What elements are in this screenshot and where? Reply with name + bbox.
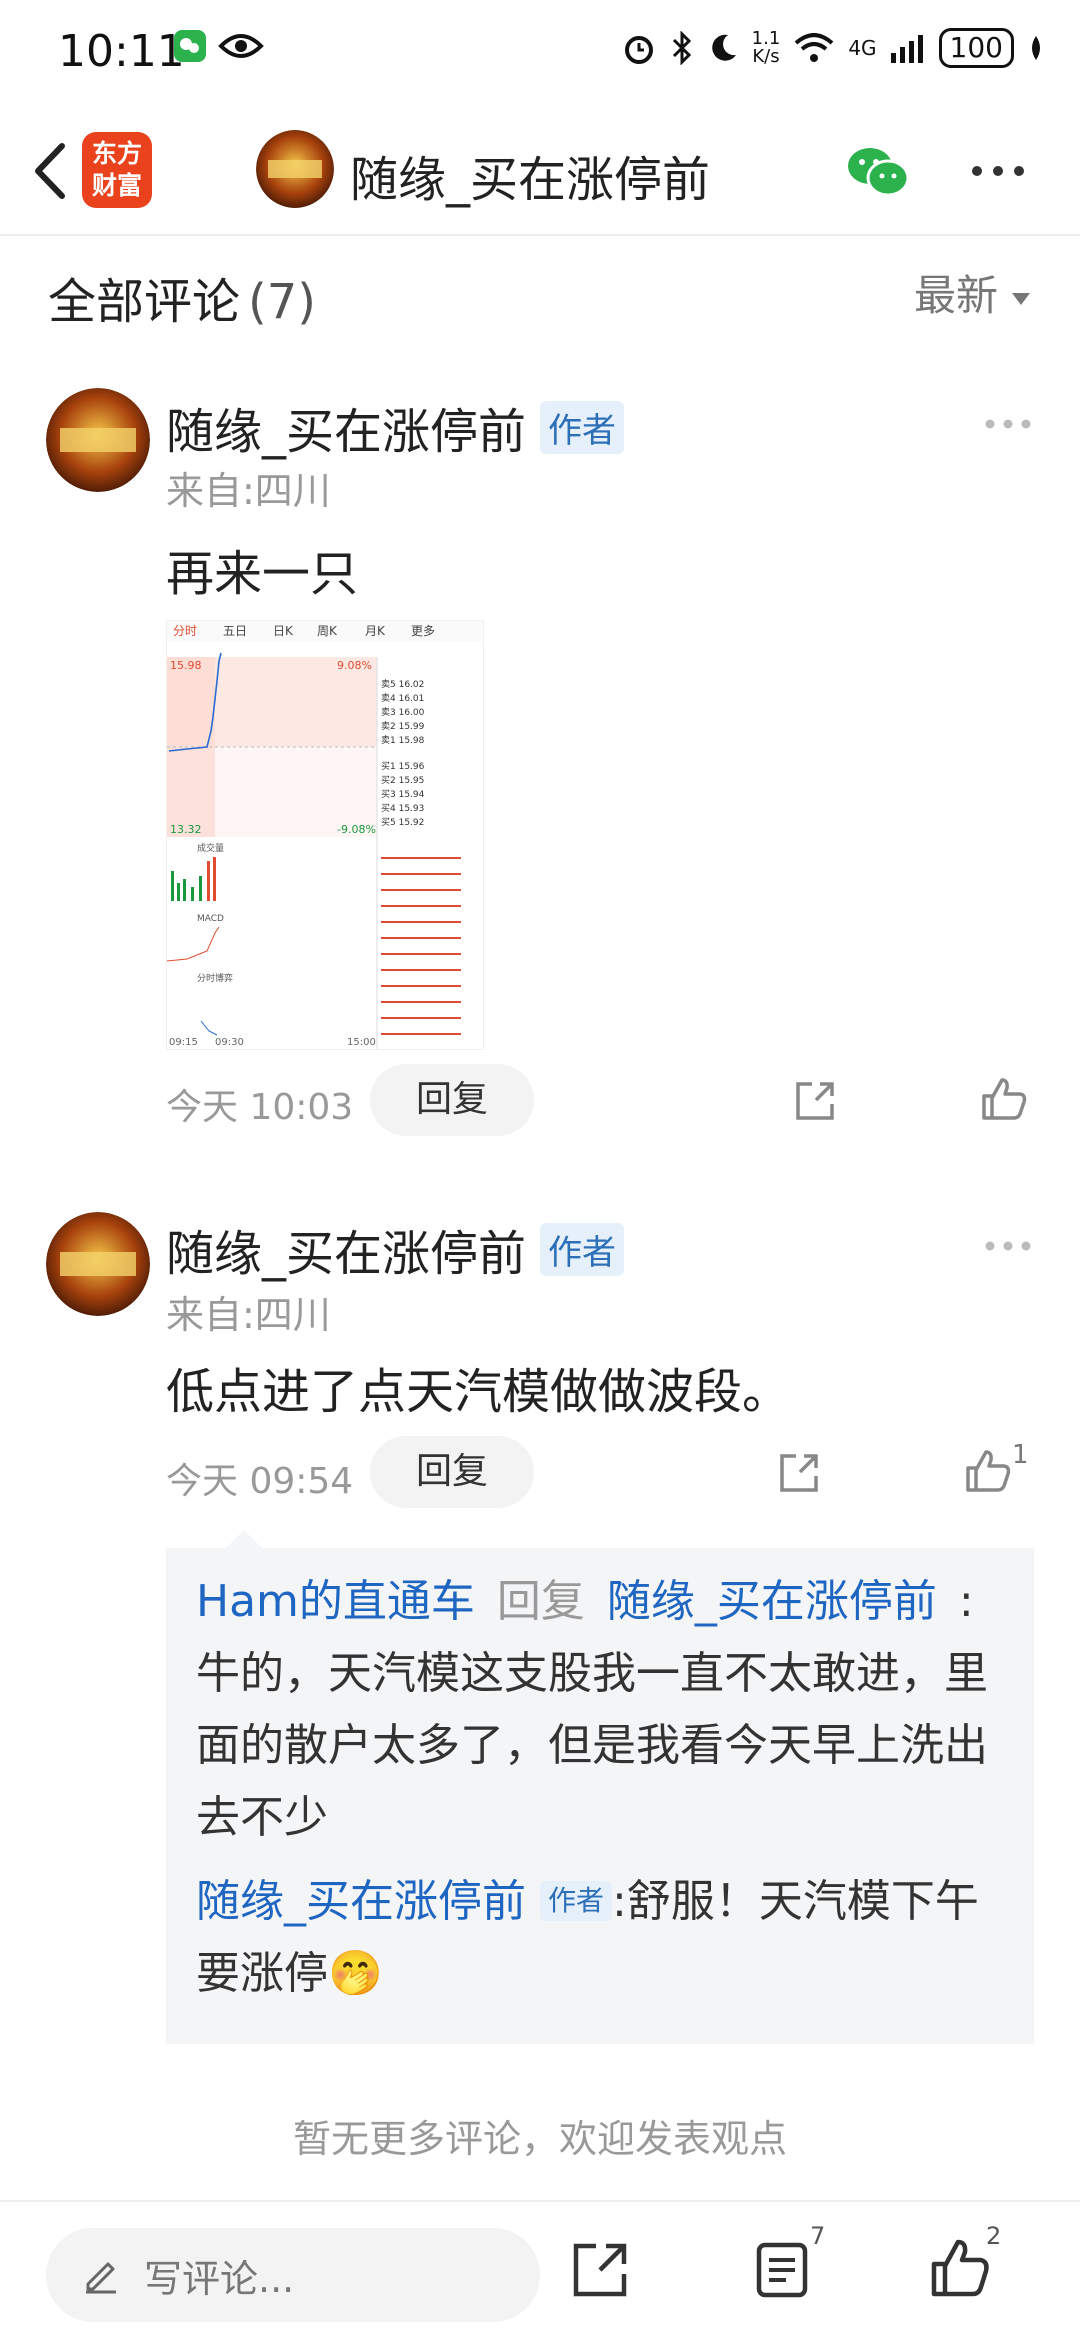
stock-chart-image[interactable]: 分时 五日 日K 周K 月K 更多 15.98 9.08% 13.32 -9.0…	[166, 620, 484, 1050]
reply-target-user[interactable]: 随缘_买在涨停前	[607, 1576, 937, 1627]
comment-content: 再来一只	[166, 546, 359, 602]
ask-level-3: 卖3 16.00	[381, 707, 425, 718]
status-time: 10:11	[58, 26, 185, 77]
thumbs-up-icon[interactable]	[964, 1448, 1012, 1494]
chart-price-high: 15.98	[170, 659, 202, 672]
reply-button[interactable]: 回复	[370, 1436, 534, 1508]
back-arrow-icon[interactable]	[24, 136, 84, 206]
moon-icon	[711, 34, 736, 61]
chart-panel-macd: MACD	[197, 914, 224, 924]
ask-level-1: 卖1 15.98	[381, 735, 425, 746]
bid-level-1: 买1 15.96	[381, 761, 425, 772]
reply-item[interactable]: Ham的直通车 回复 随缘_买在涨停前 : 牛的，天汽模这支股我一直不太敢进，里面…	[196, 1566, 1016, 1854]
eye-icon	[218, 34, 264, 58]
thumbs-up-icon[interactable]	[980, 1076, 1028, 1122]
chart-pct-low: -9.08%	[337, 823, 376, 836]
comment-more-icon[interactable]	[984, 1240, 1032, 1252]
bluetooth-icon	[672, 31, 691, 65]
chart-panel-volume: 成交量	[197, 842, 224, 854]
comment-time: 今天 10:03	[166, 1087, 354, 1128]
no-more-comments-note: 暂无更多评论，欢迎发表观点	[292, 2117, 787, 2161]
ask-level-4: 卖4 16.01	[381, 693, 424, 704]
chart-time-mid: 09:30	[215, 1037, 244, 1048]
ask-level-2: 卖2 15.99	[381, 721, 425, 732]
wifi-icon	[794, 33, 834, 62]
thumbs-up-icon[interactable]	[930, 2238, 990, 2298]
intraday-chart-thumbnail: 分时 五日 日K 周K 月K 更多 15.98 9.08% 13.32 -9.0…	[167, 621, 483, 1049]
comments-count-badge: 7	[810, 2222, 826, 2250]
chart-tab-more: 更多	[411, 624, 435, 638]
author-avatar[interactable]	[256, 130, 334, 208]
chart-pct-high: 9.08%	[337, 659, 372, 672]
reply-text: 牛的，天汽模这支股我一直不太敢进，里面的散户太多了，但是我看今天早上洗出去不少	[196, 1648, 988, 1843]
page-title: 随缘_买在涨停前	[350, 152, 711, 208]
eastmoney-logo[interactable]: 东方 财富	[82, 132, 152, 208]
chart-tab-fenshi: 分时	[173, 624, 197, 638]
comment-content: 低点进了点天汽模做做波段。	[166, 1364, 791, 1420]
reply-colon: :	[958, 1576, 974, 1627]
comment-author[interactable]: 随缘_买在涨停前 作者	[166, 392, 625, 462]
author-tag: 作者	[540, 401, 625, 454]
network-type: 4G	[848, 36, 877, 60]
reply-user[interactable]: Ham的直通车	[196, 1576, 475, 1627]
wechat-share-icon[interactable]	[846, 146, 910, 198]
wechat-notification-icon	[174, 30, 206, 62]
chart-time-start: 09:15	[169, 1037, 198, 1048]
chart-price-low: 13.32	[170, 823, 202, 836]
more-options-icon[interactable]	[970, 164, 1026, 178]
write-comment-input[interactable]: 写评论...	[46, 2228, 540, 2322]
reply-verb: 回复	[496, 1576, 585, 1627]
share-icon[interactable]	[778, 1452, 820, 1494]
sort-dropdown[interactable]: 最新	[914, 262, 1030, 323]
chart-tab-weekly: 周K	[317, 624, 338, 638]
ask-level-5: 卖5 16.02	[381, 679, 424, 690]
reply-button[interactable]: 回复	[370, 1064, 534, 1136]
battery-indicator: 100	[938, 28, 1014, 68]
like-count: 1	[1012, 1440, 1029, 1470]
bid-level-2: 买2 15.95	[381, 775, 424, 786]
share-icon[interactable]	[794, 1080, 836, 1122]
chart-time-end: 15:00	[347, 1037, 376, 1048]
comment-location: 来自:四川	[166, 469, 331, 513]
bottom-action-bar: 写评论... 7 2	[0, 2200, 1080, 2340]
commenter-avatar[interactable]	[46, 388, 150, 492]
replies-box: Ham的直通车 回复 随缘_买在涨停前 : 牛的，天汽模这支股我一直不太敢进，里面…	[166, 1548, 1034, 2044]
likes-count-badge: 2	[986, 2222, 1002, 2250]
status-left-icons	[174, 30, 264, 62]
title-bar: 东方 财富 随缘_买在涨停前	[0, 110, 1080, 236]
author-tag: 作者	[540, 1223, 625, 1276]
comment-location: 来自:四川	[166, 1293, 331, 1337]
alarm-icon	[624, 36, 653, 64]
pencil-icon	[86, 2262, 116, 2294]
chart-tab-daily: 日K	[273, 624, 294, 638]
signal-icon	[890, 35, 923, 63]
comments-list-icon[interactable]	[756, 2242, 808, 2298]
comment-more-icon[interactable]	[984, 418, 1032, 430]
reply-user[interactable]: 随缘_买在涨停前	[196, 1876, 526, 1927]
chevron-down-icon	[1012, 292, 1030, 305]
reply-box-pointer	[226, 1530, 262, 1548]
chart-tab-monthly: 月K	[365, 624, 386, 638]
comment-time: 今天 09:54	[166, 1461, 354, 1502]
write-comment-placeholder: 写评论...	[144, 2257, 295, 2301]
comment-author[interactable]: 随缘_买在涨停前 作者	[166, 1214, 625, 1284]
commenter-avatar[interactable]	[46, 1212, 150, 1316]
bid-level-3: 买3 15.94	[381, 789, 425, 800]
share-icon[interactable]	[572, 2242, 628, 2298]
chart-tab-5day: 五日	[223, 624, 247, 638]
leaf-icon	[1032, 36, 1040, 60]
bid-level-5: 买5 15.92	[381, 817, 424, 828]
bid-level-4: 买4 15.93	[381, 803, 424, 814]
status-bar: 10:11 1.1 K/s 4G 100	[0, 0, 1080, 110]
net-speed: 1.1 K/s	[751, 28, 781, 67]
chart-panel-game: 分时博弈	[197, 972, 233, 984]
status-right-icons: 1.1 K/s 4G 100	[622, 28, 1044, 68]
author-tag: 作者	[540, 1881, 613, 1921]
all-comments-heading: 全部评论 (7)	[48, 274, 317, 330]
reply-item[interactable]: 随缘_买在涨停前 作者:舒服！天汽模下午要涨停🤭	[196, 1866, 1016, 2010]
